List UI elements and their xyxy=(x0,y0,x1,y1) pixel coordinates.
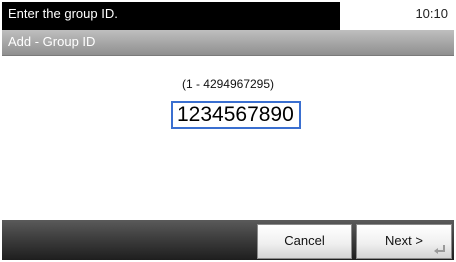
cancel-button-label: Cancel xyxy=(284,233,325,248)
status-message: Enter the group ID. xyxy=(2,2,340,30)
enter-icon xyxy=(434,245,445,254)
group-id-input[interactable]: 1234567890 xyxy=(171,101,301,129)
bottom-bar: Cancel Next > xyxy=(2,220,454,260)
main-content: (1 - 4294967295) 1234567890 xyxy=(2,57,454,219)
page-title: Add - Group ID xyxy=(2,30,454,56)
clock: 10:10 xyxy=(415,6,448,21)
cancel-button[interactable]: Cancel xyxy=(257,224,352,259)
next-button-label: Next > xyxy=(385,233,423,248)
next-button[interactable]: Next > xyxy=(356,224,452,259)
screen: Enter the group ID. 10:10 Add - Group ID… xyxy=(0,0,456,262)
range-label: (1 - 4294967295) xyxy=(181,77,275,91)
status-bar: Enter the group ID. 10:10 xyxy=(0,0,456,30)
